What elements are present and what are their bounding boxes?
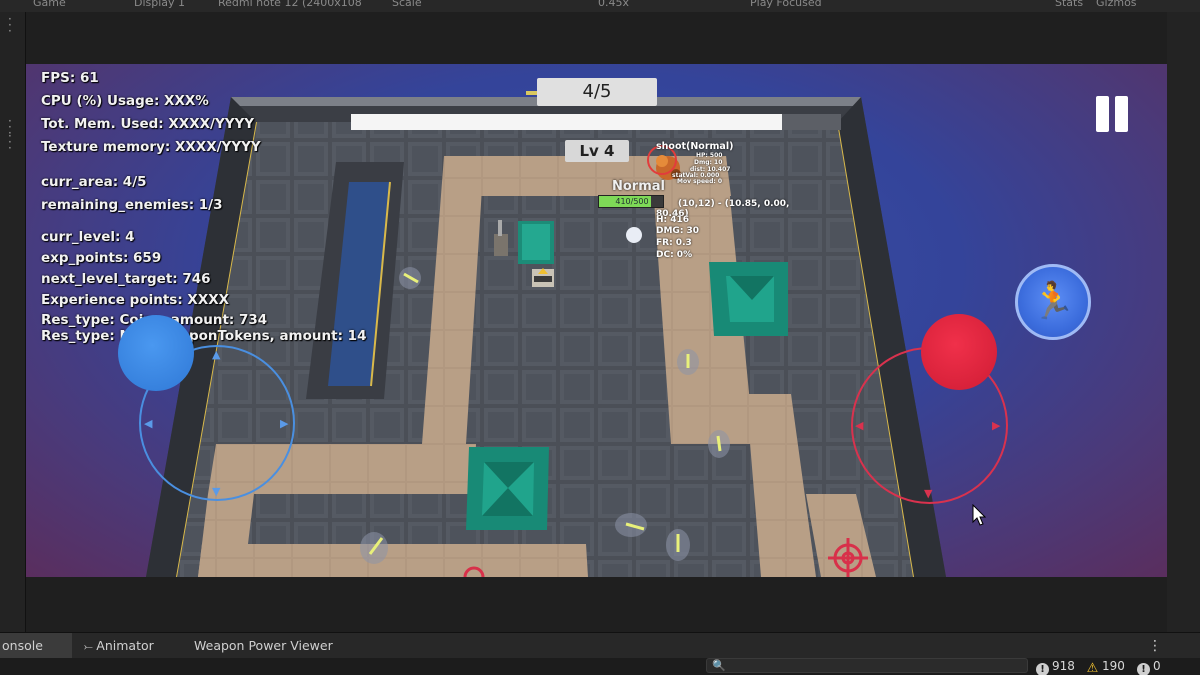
weapon-tokens-readout: Res_type: MainWeaponTokens, amount: 14 xyxy=(41,328,367,344)
game-view-margin xyxy=(26,577,1167,632)
mouse-cursor-icon xyxy=(972,504,986,526)
resolution-select[interactable]: Redmi note 12 (2400x108 xyxy=(218,0,362,9)
memory-readout: Tot. Mem. Used: XXXX/YYYY xyxy=(41,116,255,132)
more-options-icon[interactable]: ⋮ xyxy=(1148,633,1162,659)
teal-block xyxy=(466,447,549,530)
console-toolbar: 🔍 ! 918 ⚠ 190 ! 0 xyxy=(0,658,1200,675)
tab-animator[interactable]: ⤚ Animator xyxy=(84,633,184,659)
move-joystick-knob[interactable] xyxy=(118,315,194,391)
current-area-readout: curr_area: 4/5 xyxy=(41,174,147,190)
exp-points-readout: exp_points: 659 xyxy=(41,250,162,266)
arrow-left-icon: ◀ xyxy=(855,419,864,432)
player-coords-label: (10,12) - (10.85, 0.00, xyxy=(678,199,790,209)
tab-animator-label: Animator xyxy=(96,638,154,653)
game-viewport[interactable]: FPS: 61 CPU (%) Usage: XXX% Tot. Mem. Us… xyxy=(26,64,1167,577)
enemy-stat-line: Dmg: 10 xyxy=(694,159,723,166)
arrow-right-icon: ▶ xyxy=(992,419,1001,432)
message-count[interactable]: ! 0 xyxy=(1137,658,1161,675)
tab-weapon-power-viewer[interactable]: Weapon Power Viewer xyxy=(194,633,354,659)
error-count-value: 918 xyxy=(1052,659,1075,673)
dash-button[interactable]: 🏃 xyxy=(1015,264,1091,340)
enemy-health-text: 410/500 xyxy=(615,197,649,206)
enemy-difficulty-label: Normal xyxy=(612,179,665,194)
arrow-down-icon: ▼ xyxy=(924,487,933,500)
cpu-readout: CPU (%) Usage: XXX% xyxy=(41,93,209,109)
more-options-icon[interactable]: · · · xyxy=(8,13,12,37)
teal-block xyxy=(709,262,788,336)
tab-console[interactable]: onsole xyxy=(0,633,72,659)
fps-readout: FPS: 61 xyxy=(41,70,99,86)
area-counter: 4/5 xyxy=(537,78,657,106)
player-stat-line: DMG: 30 xyxy=(656,226,700,236)
left-panel-edge: · · · · · · · · · xyxy=(0,12,26,632)
enemy-health-bar: 410/500 xyxy=(598,195,664,208)
area-progress-bar xyxy=(351,114,841,130)
error-count[interactable]: ! 918 xyxy=(1036,658,1075,675)
warning-count[interactable]: ⚠ 190 xyxy=(1086,658,1125,675)
pause-icon xyxy=(1096,96,1109,132)
next-level-target-readout: next_level_target: 746 xyxy=(41,271,211,287)
player-character xyxy=(532,268,554,287)
texture-memory-readout: Texture memory: XXXX/YYYY xyxy=(41,139,261,155)
teal-block xyxy=(518,221,554,264)
game-view-toolbar: Game Display 1 Redmi note 12 (2400x108 S… xyxy=(0,0,1200,12)
player-stat-line: H: 416 xyxy=(656,215,690,225)
pause-button[interactable] xyxy=(1094,96,1132,132)
right-panel-edge xyxy=(1167,12,1200,632)
arrow-down-icon: ▼ xyxy=(212,485,221,498)
enemy-projectile xyxy=(626,227,642,243)
aim-joystick-knob[interactable] xyxy=(921,314,997,390)
game-view-margin xyxy=(26,12,1167,64)
counter-indicator xyxy=(526,91,537,95)
stats-button[interactable]: Stats xyxy=(1055,0,1083,9)
enemy-stat-line: HP: 500 xyxy=(696,152,723,159)
search-icon: 🔍 xyxy=(712,659,726,672)
area-progress-fill xyxy=(351,114,783,130)
enemy-stat-line: Mov speed: 0 xyxy=(677,178,723,185)
running-man-icon: 🏃 xyxy=(1030,281,1076,322)
warning-icon: ⚠ xyxy=(1086,661,1099,675)
console-search-input[interactable]: 🔍 xyxy=(706,658,1028,673)
current-level-readout: curr_level: 4 xyxy=(41,229,135,245)
gizmos-button[interactable]: Gizmos xyxy=(1096,0,1137,9)
player-stat-line: DC: 0% xyxy=(656,250,693,260)
animator-icon: ⤚ xyxy=(84,640,97,653)
arrow-left-icon: ◀ xyxy=(144,417,153,430)
arrow-right-icon: ▶ xyxy=(280,417,289,430)
more-options-icon[interactable]: · · · xyxy=(8,130,12,154)
play-focused-select[interactable]: Play Focused xyxy=(750,0,822,9)
info-icon: ! xyxy=(1137,663,1150,675)
enemy-state-label: shoot(Normal) xyxy=(656,141,734,152)
experience-points-readout: Experience points: XXXX xyxy=(41,292,230,308)
arrow-up-icon: ▲ xyxy=(212,348,221,361)
scale-value: 0.45x xyxy=(598,0,630,9)
remaining-enemies-readout: remaining_enemies: 1/3 xyxy=(41,197,223,213)
editor-bottom-tabs: onsole ⤚ Animator Weapon Power Viewer ⋮ xyxy=(0,632,1200,659)
warning-count-value: 190 xyxy=(1102,659,1125,673)
error-icon: ! xyxy=(1036,663,1049,675)
display-select[interactable]: Display 1 xyxy=(134,0,185,9)
game-tab-label[interactable]: Game xyxy=(33,0,66,9)
pause-icon xyxy=(1115,96,1128,132)
level-badge: Lv 4 xyxy=(565,140,629,162)
message-count-value: 0 xyxy=(1153,659,1161,673)
player-stat-line: FR: 0.3 xyxy=(656,238,692,248)
scale-label: Scale xyxy=(392,0,422,9)
unity-editor: Game Display 1 Redmi note 12 (2400x108 S… xyxy=(0,0,1200,675)
